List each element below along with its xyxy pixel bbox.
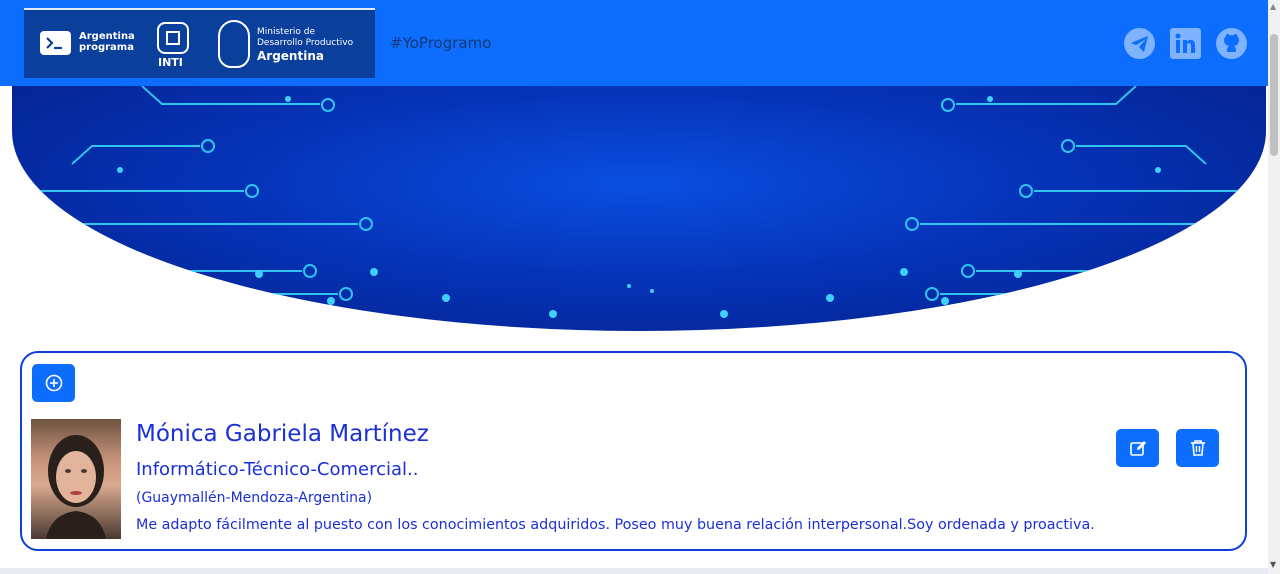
trash-icon	[1190, 440, 1205, 456]
brand-min-line2: Desarrollo Productivo	[257, 38, 354, 48]
hero-banner-image	[12, 86, 1266, 331]
hashtag-label: #YoProgramo	[390, 34, 492, 52]
page-bottom-edge	[0, 568, 1268, 574]
page-scrollbar[interactable]: ▲ ▼	[1268, 0, 1280, 574]
plus-circle-icon	[45, 374, 62, 392]
national-seal-icon	[218, 20, 250, 68]
profile-location: (Guaymallén-Mendoza-Argentina)	[136, 490, 373, 506]
brand-min-line1: Ministerio de	[257, 27, 316, 37]
scroll-thumb[interactable]	[1270, 34, 1278, 156]
inti-logo-icon	[157, 22, 189, 54]
brand-logos[interactable]: Argentina programa INTI Ministerio de De…	[24, 8, 375, 78]
brand-ap-line1: Argentina	[79, 31, 135, 42]
edit-icon	[1129, 441, 1146, 456]
profile-photo	[31, 419, 121, 539]
page: Argentina programa INTI Ministerio de De…	[0, 0, 1280, 574]
profile-about: Me adapto fácilmente al puesto con los c…	[136, 517, 1095, 533]
inti-logo-text: INTI	[158, 56, 183, 69]
delete-button[interactable]	[1176, 429, 1219, 467]
circuit-pattern	[12, 86, 1266, 325]
scroll-down-arrow-icon[interactable]: ▼	[1270, 560, 1276, 569]
brand-ap-line2: programa	[79, 42, 134, 53]
linkedin-icon[interactable]	[1170, 28, 1201, 59]
brand-min-line3: Argentina	[257, 49, 324, 63]
profile-name: Mónica Gabriela Martínez	[136, 421, 429, 447]
profile-card: Mónica Gabriela Martínez Informático-Téc…	[20, 351, 1247, 551]
scroll-up-arrow-icon[interactable]: ▲	[1270, 2, 1276, 11]
argentina-programa-logo-text: Argentina programa	[79, 31, 135, 53]
add-button[interactable]	[32, 364, 75, 402]
top-navbar: Argentina programa INTI Ministerio de De…	[0, 0, 1268, 86]
edit-button[interactable]	[1116, 429, 1159, 467]
terminal-icon	[40, 31, 71, 55]
ministerio-logo-text: Ministerio de Desarrollo Productivo Arge…	[257, 27, 353, 63]
github-icon[interactable]	[1216, 28, 1247, 59]
telegram-icon[interactable]	[1124, 28, 1155, 59]
profile-title: Informático-Técnico-Comercial..	[136, 459, 419, 480]
